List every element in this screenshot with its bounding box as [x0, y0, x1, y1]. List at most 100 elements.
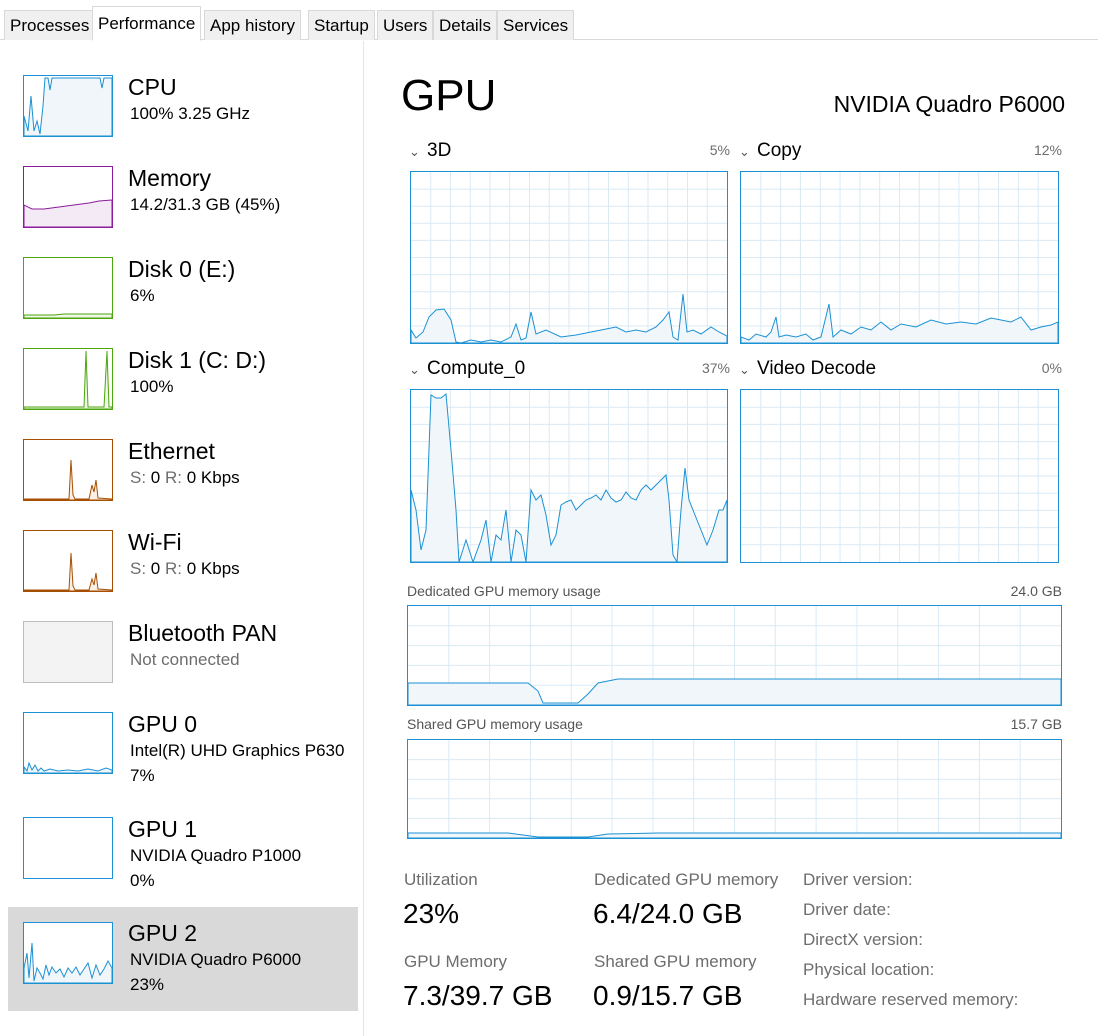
send-value: 0 [150, 559, 161, 578]
device-item-cpu[interactable]: CPU 100% 3.25 GHz [8, 68, 358, 172]
engine-percent: 5% [709, 142, 730, 158]
device-item-wifi[interactable]: Wi-Fi S: 0 R: 0 Kbps [8, 523, 358, 627]
engine-name: Video Decode [757, 358, 877, 379]
receive-value: 0 Kbps [186, 559, 240, 578]
engine-percent: 37% [701, 360, 730, 376]
engine-graph-video-decode [740, 389, 1059, 563]
hardware-reserved-memory-label: Hardware reserved memory: [803, 990, 1019, 1009]
gpu-memory-value: 7.3/39.7 GB [403, 980, 553, 1011]
shared-memory-graph-max: 15.7 GB [1010, 716, 1062, 732]
gpu-0-thumbnail-graph [23, 712, 113, 774]
dedicated-gpu-memory-value: 6.4/24.0 GB [593, 898, 743, 929]
gpu-device-name: NVIDIA Quadro P6000 [833, 91, 1065, 117]
driver-date-label: Driver date: [803, 900, 891, 919]
device-item-gpu-0[interactable]: GPU 0 Intel(R) UHD Graphics P630 7% [8, 705, 358, 809]
page-title: GPU [401, 71, 497, 120]
device-title: Wi-Fi [128, 529, 182, 555]
device-subtitle: 100% [130, 377, 174, 396]
directx-version-label: DirectX version: [803, 930, 923, 949]
shared-memory-graph-label: Shared GPU memory usage [407, 716, 583, 732]
device-subtitle: 14.2/31.3 GB (45%) [130, 195, 281, 214]
device-usage: 7% [130, 766, 155, 785]
chevron-down-icon: ⌄ [409, 362, 420, 377]
tab-startup[interactable]: Startup [308, 10, 375, 40]
memory-thumbnail-graph [23, 166, 113, 228]
physical-location-label: Physical location: [803, 960, 935, 979]
engine-graph-copy [740, 171, 1059, 344]
device-item-gpu-1[interactable]: GPU 1 NVIDIA Quadro P1000 0% [8, 810, 358, 914]
device-usage: 0% [130, 871, 155, 890]
engine-name: 3D [427, 140, 452, 161]
device-subtitle: 100% 3.25 GHz [130, 104, 251, 123]
chevron-down-icon: ⌄ [739, 144, 750, 159]
receive-value: 0 Kbps [186, 468, 240, 487]
device-item-gpu-2[interactable]: GPU 2 NVIDIA Quadro P6000 23% [8, 907, 358, 1011]
engine-name: Compute_0 [427, 358, 526, 379]
grid-lines [741, 172, 1058, 343]
chevron-down-icon: ⌄ [739, 362, 750, 377]
device-title: GPU 2 [128, 920, 198, 946]
device-title: GPU 1 [128, 816, 198, 842]
device-item-disk-0[interactable]: Disk 0 (E:) 6% [8, 250, 358, 354]
engine-selector-video-decode[interactable]: ⌄ Video Decode [739, 357, 876, 381]
device-title: CPU [128, 74, 177, 100]
shared-gpu-memory-label: Shared GPU memory [594, 952, 757, 971]
engine-selector-3d[interactable]: ⌄ 3D [409, 139, 451, 163]
device-item-disk-1[interactable]: Disk 1 (C: D:) 100% [8, 341, 358, 445]
device-title: Memory [128, 165, 212, 191]
dedicated-memory-graph-max: 24.0 GB [1010, 583, 1062, 599]
driver-version-label: Driver version: [803, 870, 913, 889]
engine-selector-copy[interactable]: ⌄ Copy [739, 139, 801, 163]
wifi-thumbnail-graph [23, 530, 113, 592]
receive-label: R: [165, 559, 182, 578]
device-item-ethernet[interactable]: Ethernet S: 0 R: 0 Kbps [8, 432, 358, 536]
tab-details[interactable]: Details [433, 10, 497, 40]
device-title: Ethernet [128, 438, 215, 464]
gpu-1-thumbnail-graph [23, 817, 113, 879]
tab-services[interactable]: Services [497, 10, 575, 40]
grid-lines [741, 390, 1058, 562]
device-subtitle: 6% [130, 286, 155, 305]
gpu-2-thumbnail-graph [23, 922, 113, 984]
engine-graph-compute-0 [410, 389, 728, 563]
device-title: Disk 0 (E:) [128, 256, 236, 282]
send-label: S: [130, 559, 147, 578]
device-title: GPU 0 [128, 711, 198, 737]
engine-percent: 0% [1041, 360, 1062, 376]
disk-1-thumbnail-graph [23, 348, 113, 410]
tab-processes[interactable]: Processes [4, 10, 96, 40]
bluetooth-thumbnail-graph [23, 621, 113, 683]
tab-users[interactable]: Users [377, 10, 434, 40]
tab-performance[interactable]: Performance [92, 6, 202, 41]
shared-gpu-memory-value: 0.9/15.7 GB [593, 980, 743, 1011]
engine-graph-3d [410, 171, 728, 344]
send-label: S: [130, 468, 147, 487]
ethernet-thumbnail-graph [23, 439, 113, 501]
dedicated-gpu-memory-label: Dedicated GPU memory [594, 870, 779, 889]
disk-0-thumbnail-graph [23, 257, 113, 319]
send-value: 0 [150, 468, 161, 487]
receive-label: R: [165, 468, 182, 487]
chevron-down-icon: ⌄ [409, 144, 420, 159]
gpu-memory-label: GPU Memory [404, 952, 507, 971]
dedicated-memory-graph-label: Dedicated GPU memory usage [407, 583, 601, 599]
dedicated-memory-graph [407, 605, 1062, 706]
grid-lines [411, 172, 727, 343]
engine-selector-compute-0[interactable]: ⌄ Compute_0 [409, 357, 525, 381]
shared-memory-graph [407, 739, 1062, 839]
device-item-memory[interactable]: Memory 14.2/31.3 GB (45%) [8, 159, 358, 263]
utilization-value: 23% [403, 898, 460, 929]
device-item-bluetooth-pan[interactable]: Bluetooth PAN Not connected [8, 614, 358, 718]
grid-lines [408, 740, 1061, 838]
device-subtitle: NVIDIA Quadro P6000 [130, 950, 302, 969]
engine-name: Copy [757, 140, 802, 161]
device-usage: 23% [130, 975, 165, 994]
device-subtitle: Intel(R) UHD Graphics P630 [130, 741, 345, 760]
tab-app-history[interactable]: App history [204, 10, 302, 40]
device-list: CPU 100% 3.25 GHz Memory 14.2/31.3 GB (4… [0, 41, 364, 1036]
device-title: Disk 1 (C: D:) [128, 347, 266, 373]
device-subtitle: Not connected [130, 650, 240, 669]
device-subtitle: NVIDIA Quadro P1000 [130, 846, 302, 865]
device-subtitle: S: 0 R: 0 Kbps [130, 558, 240, 580]
utilization-label: Utilization [404, 870, 478, 889]
